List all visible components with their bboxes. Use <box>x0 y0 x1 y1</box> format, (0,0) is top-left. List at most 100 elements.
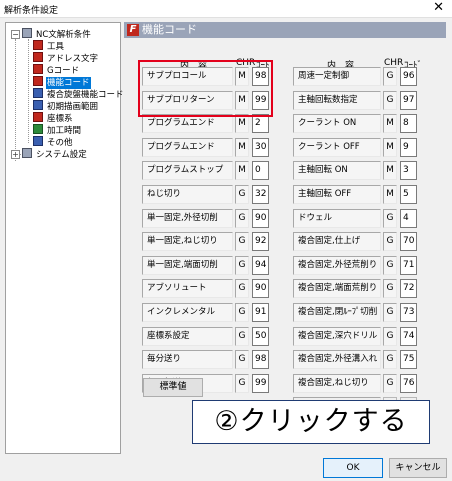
left-row-chr: G <box>235 373 249 393</box>
left-row-code-input[interactable]: 92 <box>252 232 269 252</box>
left-row-code-input[interactable]: 98 <box>252 350 269 370</box>
left-row-chr: M <box>235 114 249 134</box>
compound-lathe-icon <box>33 88 43 98</box>
right-row-code-input[interactable]: 75 <box>400 350 417 370</box>
left-row-code-input[interactable]: 94 <box>252 255 269 275</box>
ok-button[interactable]: OK <box>323 458 383 478</box>
left-row-code-input[interactable]: 50 <box>252 326 269 346</box>
right-row-code-input[interactable]: 4 <box>400 208 417 228</box>
left-row-label: ねじ切り <box>142 185 233 204</box>
left-row-label: 単一固定,外径切削 <box>142 208 233 228</box>
g-code-icon <box>33 64 43 74</box>
left-row-chr: G <box>235 350 249 370</box>
right-row-label: 複合固定,閉ﾙｰﾌﾟ切削 <box>293 303 381 322</box>
settings-tree: − NC文解析条件 工具 アドレス文字 Gコード 機能コード 複合旋盤機能コード 初期描画… <box>5 22 124 454</box>
tree-system-expander[interactable]: + <box>11 150 20 159</box>
right-row-chr: G <box>383 373 397 393</box>
right-row-chr: G <box>383 208 397 228</box>
tree-item-tool[interactable]: 工具 <box>33 40 65 52</box>
right-row-label: 主軸回転 ON <box>293 161 381 181</box>
right-row-code-input[interactable]: 8 <box>400 114 417 134</box>
right-row-label: 複合固定,端面荒削り <box>293 279 381 299</box>
right-row-label: クーラント OFF <box>293 137 381 157</box>
left-row-code-input[interactable]: 90 <box>252 279 269 299</box>
window-title: 解析条件設定 <box>4 6 59 16</box>
left-row-chr: M <box>235 161 249 181</box>
left-row-chr: G <box>235 232 249 252</box>
right-row-chr: M <box>383 185 397 204</box>
left-row-code-input[interactable]: 99 <box>252 373 269 393</box>
function-code-icon <box>33 76 43 86</box>
right-row-code-input[interactable]: 9 <box>400 137 417 157</box>
tree-item-system-settings[interactable]: システム設定 <box>22 148 88 160</box>
right-row-code-input[interactable]: 5 <box>400 185 417 204</box>
left-row-label: 座標系設定 <box>142 326 233 346</box>
right-row-label: ドウェル <box>293 208 381 228</box>
left-row-code-input[interactable]: 30 <box>252 137 269 157</box>
right-row-chr: G <box>383 90 397 110</box>
right-row-chr: G <box>383 279 397 299</box>
left-row-label: プログラムエンド <box>142 114 233 134</box>
tree-item-root[interactable]: NC文解析条件 <box>22 28 92 40</box>
right-row-chr: G <box>383 326 397 346</box>
right-row-code-input[interactable]: 3 <box>400 161 417 181</box>
right-row-code-input[interactable]: 72 <box>400 279 417 299</box>
left-row-code-input[interactable]: 2 <box>252 114 269 134</box>
right-row-code-input[interactable]: 70 <box>400 232 417 252</box>
right-row-code-input[interactable]: 74 <box>400 326 417 346</box>
tool-icon <box>33 40 43 50</box>
right-row-label: 複合固定,深穴ドリル <box>293 326 381 346</box>
tree-item-initial-range[interactable]: 初期描画範囲 <box>33 100 99 112</box>
right-row-code-input[interactable]: 76 <box>400 373 417 393</box>
initial-range-icon <box>33 100 43 110</box>
left-row-chr: G <box>235 326 249 346</box>
right-row-code-input[interactable]: 97 <box>400 90 417 110</box>
right-row-chr: G <box>383 232 397 252</box>
left-row-chr: G <box>235 303 249 322</box>
tree-item-compound-lathe[interactable]: 複合旋盤機能コード <box>33 88 125 100</box>
right-row-code-input[interactable]: 73 <box>400 303 417 322</box>
right-row-chr: M <box>383 137 397 157</box>
tree-item-address-char[interactable]: アドレス文字 <box>33 52 99 64</box>
left-row-label: プログラムストップ <box>142 161 233 181</box>
right-row-chr: M <box>383 114 397 134</box>
tree-item-label: システム設定 <box>36 150 87 160</box>
left-row-chr: G <box>235 279 249 299</box>
click-callout: ②クリックする <box>192 400 430 444</box>
right-row-code-input[interactable]: 71 <box>400 255 417 275</box>
other-icon <box>33 136 43 146</box>
right-row-chr: G <box>383 255 397 275</box>
right-row-chr: M <box>383 161 397 181</box>
panel-header: F 機能コード <box>124 22 446 38</box>
left-row-label: 単一固定,端面切削 <box>142 255 233 275</box>
right-row-label: 複合固定,外径荒削り <box>293 255 381 275</box>
left-row-code-input[interactable]: 0 <box>252 161 269 181</box>
left-row-label: アブソリュート <box>142 279 233 299</box>
machining-time-icon <box>33 124 43 134</box>
right-row-chr: G <box>383 67 397 86</box>
right-row-code-input[interactable]: 96 <box>400 67 417 86</box>
close-icon[interactable]: ✕ <box>433 1 444 15</box>
right-row-chr: G <box>383 303 397 322</box>
left-row-label: インクレメンタル <box>142 303 233 322</box>
system-settings-icon <box>22 148 32 158</box>
tree-item-machining-time[interactable]: 加工時間 <box>33 124 82 136</box>
tree-item-other[interactable]: その他 <box>33 136 74 148</box>
tree-root-expander[interactable]: − <box>11 30 20 39</box>
left-row-label: 毎分送り <box>142 350 233 370</box>
left-row-code-input[interactable]: 32 <box>252 185 269 204</box>
tree-item-g-code[interactable]: Gコード <box>33 64 80 76</box>
folder-icon <box>22 28 32 38</box>
right-row-label: 主軸回転 OFF <box>293 185 381 204</box>
left-row-chr: G <box>235 208 249 228</box>
right-row-label: 複合固定,ねじ切り <box>293 373 381 393</box>
left-row-label: プログラムエンド <box>142 137 233 157</box>
cancel-button[interactable]: キャンセル <box>389 458 447 478</box>
left-row-code-input[interactable]: 91 <box>252 303 269 322</box>
tree-item-function-code[interactable]: 機能コード <box>33 76 91 89</box>
left-row-chr: G <box>235 185 249 204</box>
right-row-label: 主軸回転数指定 <box>293 90 381 110</box>
left-row-code-input[interactable]: 90 <box>252 208 269 228</box>
tree-item-coordinate[interactable]: 座標系 <box>33 112 74 124</box>
standard-values-button[interactable]: 標準値 <box>143 378 203 397</box>
